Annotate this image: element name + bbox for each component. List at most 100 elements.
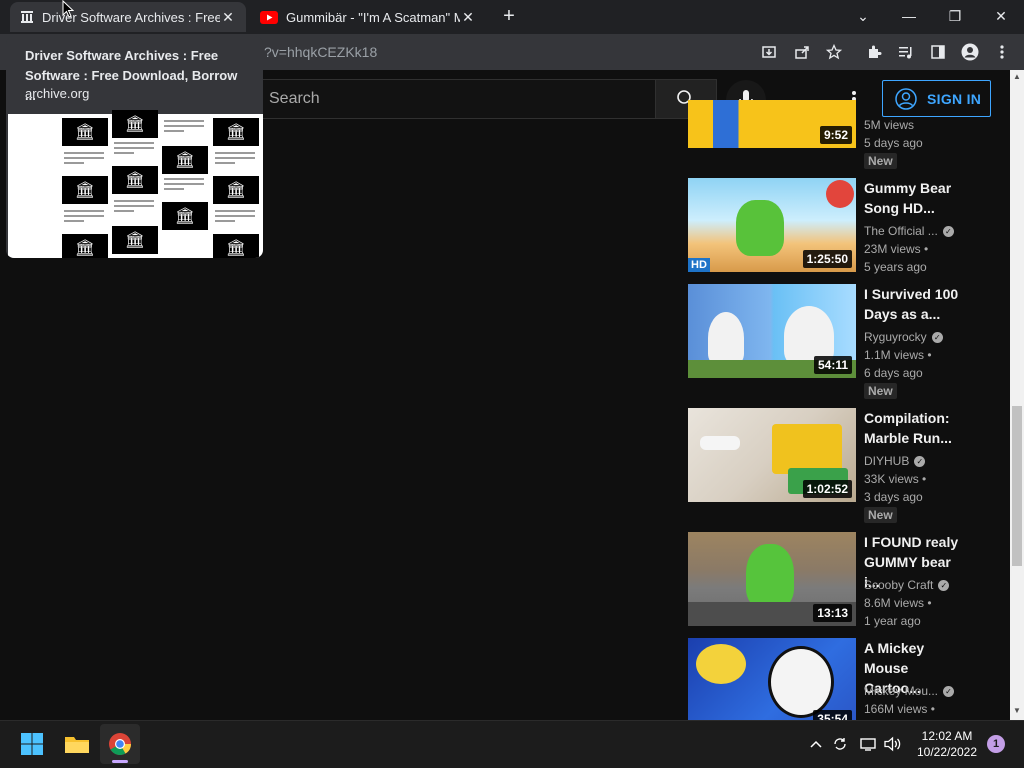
video-thumbnail[interactable]: HD 1:25:50 <box>688 178 856 272</box>
archive-logo-icon: 🏛 <box>213 176 259 204</box>
video-views: 8.6M views • <box>864 596 932 610</box>
thumbnail-art <box>758 124 798 138</box>
video-title[interactable]: Gummy Bear Song HD... <box>864 178 968 218</box>
preview-text-lines <box>215 152 255 168</box>
video-duration: 54:11 <box>813 356 852 374</box>
archive-logo-icon: 🏛 <box>62 176 108 204</box>
tab-close-icon[interactable]: ✕ <box>220 9 236 26</box>
archive-logo-icon: 🏛 <box>62 118 108 146</box>
chrome-icon <box>109 733 131 755</box>
thumbnail-art <box>696 644 746 684</box>
verified-icon: ✓ <box>931 332 943 344</box>
minimize-button[interactable]: — <box>886 0 932 32</box>
start-button[interactable] <box>12 724 52 764</box>
video-thumbnail[interactable]: 35:54 <box>688 638 856 720</box>
media-controls-icon[interactable] <box>894 40 918 64</box>
channel-name[interactable]: Scooby Craft ✓ <box>864 576 950 594</box>
extensions-icon[interactable] <box>862 40 886 64</box>
restore-button[interactable]: ❐ <box>932 0 978 32</box>
channel-label: Mickey Mou... <box>864 684 939 698</box>
video-duration: 13:13 <box>813 604 852 622</box>
preview-text-lines <box>114 200 154 216</box>
chrome-taskbar-button[interactable] <box>100 724 140 764</box>
tab-close-icon[interactable]: ✕ <box>460 9 476 26</box>
video-title[interactable]: I Survived 100 Days as a... <box>864 284 968 324</box>
notification-badge[interactable]: 1 <box>987 735 1005 753</box>
video-item[interactable]: 1:02:52 Compilation: Marble Run... DIYHU… <box>688 408 968 526</box>
new-badge: New <box>864 383 897 399</box>
bookmark-star-icon[interactable] <box>822 40 846 64</box>
tab-title: Gummibär - "I'm A Scatman" Music Video <box>286 9 460 25</box>
thumbnail-art <box>826 180 854 208</box>
volume-icon[interactable] <box>883 734 903 754</box>
video-thumbnail[interactable]: 1:02:52 <box>688 408 856 502</box>
file-explorer-button[interactable] <box>57 724 97 764</box>
archive-logo-icon: 🏛 <box>162 202 208 230</box>
new-tab-button[interactable]: + <box>498 6 520 28</box>
channel-name[interactable]: Mickey Mou... ✓ <box>864 682 955 700</box>
video-item[interactable]: 9:52 5M views 5 days ago New <box>688 100 968 170</box>
search-input[interactable] <box>259 80 639 118</box>
chrome-menu-icon[interactable] <box>990 40 1014 64</box>
search-box[interactable] <box>258 79 655 119</box>
scroll-up-arrow-icon[interactable]: ▲ <box>1010 70 1024 84</box>
clock-time: 12:02 AM <box>921 729 973 743</box>
video-duration: 1:25:50 <box>802 250 852 268</box>
side-panel-icon[interactable] <box>926 40 950 64</box>
archive-logo-icon: 🏛 <box>162 146 208 174</box>
video-item[interactable]: 54:11 I Survived 100 Days as a... Ryguyr… <box>688 284 968 402</box>
archive-favicon-icon <box>21 11 33 23</box>
verified-icon: ✓ <box>938 580 950 592</box>
preview-text-lines <box>64 152 104 168</box>
preview-text-lines <box>64 210 104 226</box>
profile-avatar-icon[interactable] <box>958 40 982 64</box>
share-icon[interactable] <box>790 40 814 64</box>
scrollbar-thumb[interactable] <box>1012 406 1022 566</box>
hover-card-domain: archive.org <box>25 86 90 101</box>
address-bar[interactable]: ?v=hhqkCEZKk18 <box>250 38 750 66</box>
channel-name[interactable]: The Official ... ✓ <box>864 222 954 240</box>
video-item[interactable]: 35:54 A Mickey Mouse Cartoo... Mickey Mo… <box>688 638 968 720</box>
video-title[interactable]: Compilation: Marble Run... <box>864 408 968 448</box>
new-badge: New <box>864 507 897 523</box>
tab-search-icon[interactable]: ⌄ <box>840 0 886 32</box>
archive-logo-icon: 🏛 <box>213 118 259 146</box>
new-badge: New <box>864 153 897 169</box>
video-thumbnail[interactable]: 54:11 <box>688 284 856 378</box>
verified-icon: ✓ <box>942 226 954 238</box>
archive-logo-icon: 🏛 <box>62 234 108 258</box>
thumbnail-art <box>746 544 794 608</box>
views-label: 1.1M views <box>864 348 925 362</box>
sync-icon[interactable] <box>830 734 850 754</box>
system-clock[interactable]: 12:02 AM 10/22/2022 <box>912 728 982 760</box>
thumbnail-art <box>708 312 744 364</box>
video-views: 1.1M views • <box>864 348 932 362</box>
video-duration: 1:02:52 <box>802 480 852 498</box>
clock-date: 10/22/2022 <box>916 745 978 759</box>
channel-name[interactable]: Ryguyrocky ✓ <box>864 328 943 346</box>
video-thumbnail[interactable]: 9:52 <box>688 100 856 148</box>
video-views: 5M views <box>864 118 915 132</box>
network-icon[interactable] <box>858 734 878 754</box>
preview-text-lines <box>164 178 204 194</box>
tray-overflow-chevron-icon[interactable] <box>806 734 826 754</box>
views-label: 23M views <box>864 242 921 256</box>
preview-text-lines <box>164 120 204 136</box>
tab-gummibar[interactable]: Gummibär - "I'm A Scatman" Music Video ✕ <box>250 2 486 32</box>
video-views: 23M views • <box>864 242 929 256</box>
thumbnail-art <box>768 646 834 718</box>
video-item[interactable]: HD 1:25:50 Gummy Bear Song HD... The Off… <box>688 178 968 278</box>
page-scrollbar[interactable] <box>1010 70 1024 720</box>
video-item[interactable]: 13:13 I FOUND realy GUMMY bear i... Scoo… <box>688 532 968 632</box>
archive-logo-icon: 🏛 <box>112 226 158 254</box>
install-app-icon[interactable] <box>757 40 781 64</box>
tab-driver-software[interactable]: Driver Software Archives : Free Software… <box>10 2 246 32</box>
folder-icon <box>65 737 89 753</box>
video-age: 5 days ago <box>864 136 923 150</box>
video-thumbnail[interactable]: 13:13 <box>688 532 856 626</box>
close-window-button[interactable]: ✕ <box>978 0 1024 32</box>
channel-label: Ryguyrocky <box>864 330 927 344</box>
scroll-down-arrow-icon[interactable]: ▼ <box>1010 704 1024 718</box>
channel-name[interactable]: DIYHUB ✓ <box>864 452 926 470</box>
video-views: 166M views • <box>864 702 935 716</box>
